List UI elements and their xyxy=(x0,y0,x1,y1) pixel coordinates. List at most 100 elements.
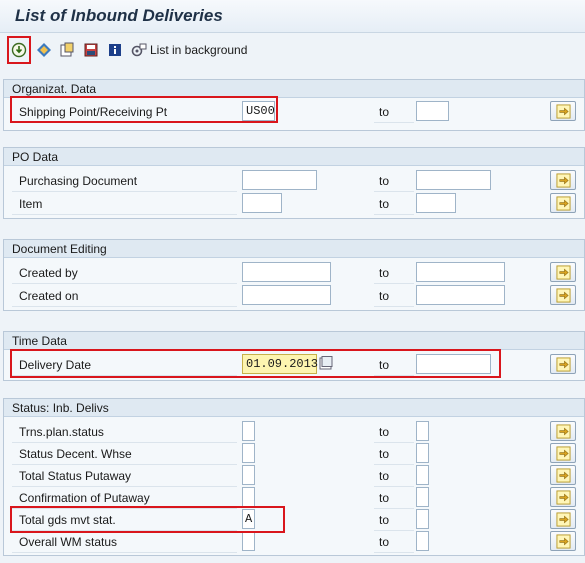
section-document-editing: Document Editing Created by to Created o… xyxy=(3,239,585,311)
label-underline xyxy=(12,283,237,284)
overall-wm-status-from-field[interactable] xyxy=(242,531,255,551)
multiple-selection-button[interactable] xyxy=(550,262,576,282)
save-variant-icon[interactable] xyxy=(83,42,99,58)
multiple-selection-button[interactable] xyxy=(550,170,576,190)
to-label: to xyxy=(379,447,390,461)
calendar-icon[interactable] xyxy=(319,356,333,370)
shipping-point-from-field[interactable]: US00 xyxy=(242,101,275,121)
total-status-putaway-from-field[interactable] xyxy=(242,465,255,485)
row-item: Item to xyxy=(4,193,584,216)
to-underline xyxy=(374,283,414,284)
status-decent-whse-to-field[interactable] xyxy=(416,443,429,463)
to-underline xyxy=(374,191,414,192)
to-underline xyxy=(374,122,414,123)
total-gds-mvt-stat-to-field[interactable] xyxy=(416,509,429,529)
title-bar: List of Inbound Deliveries xyxy=(0,0,585,33)
multiple-selection-button[interactable] xyxy=(550,285,576,305)
confirmation-of-putaway-to-field[interactable] xyxy=(416,487,429,507)
section-header: Status: Inb. Delivs xyxy=(4,399,584,417)
arrow-right-icon xyxy=(556,424,571,439)
status-decent-whse-from-field[interactable] xyxy=(242,443,255,463)
row-label: Delivery Date xyxy=(19,358,92,372)
delivery-date-to-field[interactable] xyxy=(416,354,491,374)
to-underline xyxy=(374,375,414,376)
created-by-from-field[interactable] xyxy=(242,262,331,282)
row-total-gds-mvt-stat: Total gds mvt stat. A to xyxy=(4,509,584,532)
delivery-date-from-field[interactable]: 01.09.2013 xyxy=(242,354,318,374)
created-on-to-field[interactable] xyxy=(416,285,505,305)
row-shipping-point: Shipping Point/Receiving Pt US00 to xyxy=(4,101,584,124)
purchasing-document-to-field[interactable] xyxy=(416,170,491,190)
arrow-right-icon xyxy=(556,446,571,461)
multiple-selection-button[interactable] xyxy=(550,487,576,507)
row-trns-plan-status: Trns.plan.status to xyxy=(4,421,584,444)
arrow-right-icon xyxy=(556,173,571,188)
row-delivery-date: Delivery Date 01.09.2013 to xyxy=(4,354,584,377)
created-on-from-field[interactable] xyxy=(242,285,331,305)
multiple-selection-button[interactable] xyxy=(550,465,576,485)
to-label: to xyxy=(379,289,390,303)
row-label: Total gds mvt stat. xyxy=(19,513,116,527)
trns-plan-status-from-field[interactable] xyxy=(242,421,255,441)
row-label: Trns.plan.status xyxy=(19,425,104,439)
execute-icon[interactable] xyxy=(11,42,27,58)
multiple-selection-button[interactable] xyxy=(550,421,576,441)
arrow-right-icon xyxy=(556,468,571,483)
multiple-selection-button[interactable] xyxy=(550,531,576,551)
section-header: Time Data xyxy=(4,332,584,350)
row-total-status-putaway: Total Status Putaway to xyxy=(4,465,584,488)
row-label: Purchasing Document xyxy=(19,174,138,188)
arrow-right-icon xyxy=(556,512,571,527)
row-label: Status Decent. Whse xyxy=(19,447,132,461)
arrow-right-icon xyxy=(556,490,571,505)
to-label: to xyxy=(379,266,390,280)
arrow-right-icon xyxy=(556,104,571,119)
arrow-right-icon xyxy=(556,265,571,280)
get-variant-icon[interactable] xyxy=(59,42,75,58)
to-label: to xyxy=(379,491,390,505)
row-status-decent-whse: Status Decent. Whse to xyxy=(4,443,584,466)
section-header: Document Editing xyxy=(4,240,584,258)
section-header: Organizat. Data xyxy=(4,80,584,98)
row-created-by: Created by to xyxy=(4,262,584,285)
label-underline xyxy=(12,375,237,376)
total-gds-mvt-stat-from-field[interactable]: A xyxy=(242,509,255,529)
multiple-selection-button[interactable] xyxy=(550,193,576,213)
arrow-right-icon xyxy=(556,534,571,549)
total-status-putaway-to-field[interactable] xyxy=(416,465,429,485)
multiple-selection-button[interactable] xyxy=(550,509,576,529)
info-icon[interactable] xyxy=(107,42,123,58)
item-to-field[interactable] xyxy=(416,193,456,213)
to-label: to xyxy=(379,197,390,211)
section-time-data: Time Data Delivery Date 01.09.2013 to xyxy=(3,331,585,381)
section-header: PO Data xyxy=(4,148,584,166)
multiple-selection-button[interactable] xyxy=(550,443,576,463)
row-label: Confirmation of Putaway xyxy=(19,491,150,505)
variant-icon[interactable] xyxy=(36,42,52,58)
purchasing-document-from-field[interactable] xyxy=(242,170,317,190)
label-underline xyxy=(12,191,237,192)
confirmation-of-putaway-from-field[interactable] xyxy=(242,487,255,507)
arrow-right-icon xyxy=(556,357,571,372)
list-in-background-button[interactable]: List in background xyxy=(150,43,247,57)
page-title: List of Inbound Deliveries xyxy=(15,6,223,25)
section-status-inbound-deliveries: Status: Inb. Delivs Trns.plan.status to … xyxy=(3,398,585,556)
multiple-selection-button[interactable] xyxy=(550,101,576,121)
trns-plan-status-to-field[interactable] xyxy=(416,421,429,441)
row-overall-wm-status: Overall WM status to xyxy=(4,531,584,554)
row-label: Shipping Point/Receiving Pt xyxy=(19,105,168,119)
to-underline xyxy=(374,214,414,215)
item-from-field[interactable] xyxy=(242,193,282,213)
application-toolbar: List in background xyxy=(0,33,585,69)
multiple-selection-button[interactable] xyxy=(550,354,576,374)
arrow-right-icon xyxy=(556,196,571,211)
created-by-to-field[interactable] xyxy=(416,262,505,282)
overall-wm-status-to-field[interactable] xyxy=(416,531,429,551)
background-job-icon[interactable] xyxy=(131,42,147,58)
section-organizational-data: Organizat. Data Shipping Point/Receiving… xyxy=(3,79,585,131)
row-label: Overall WM status xyxy=(19,535,118,549)
row-label: Created by xyxy=(19,266,78,280)
to-label: to xyxy=(379,358,390,372)
shipping-point-to-field[interactable] xyxy=(416,101,449,121)
label-underline xyxy=(12,122,237,123)
